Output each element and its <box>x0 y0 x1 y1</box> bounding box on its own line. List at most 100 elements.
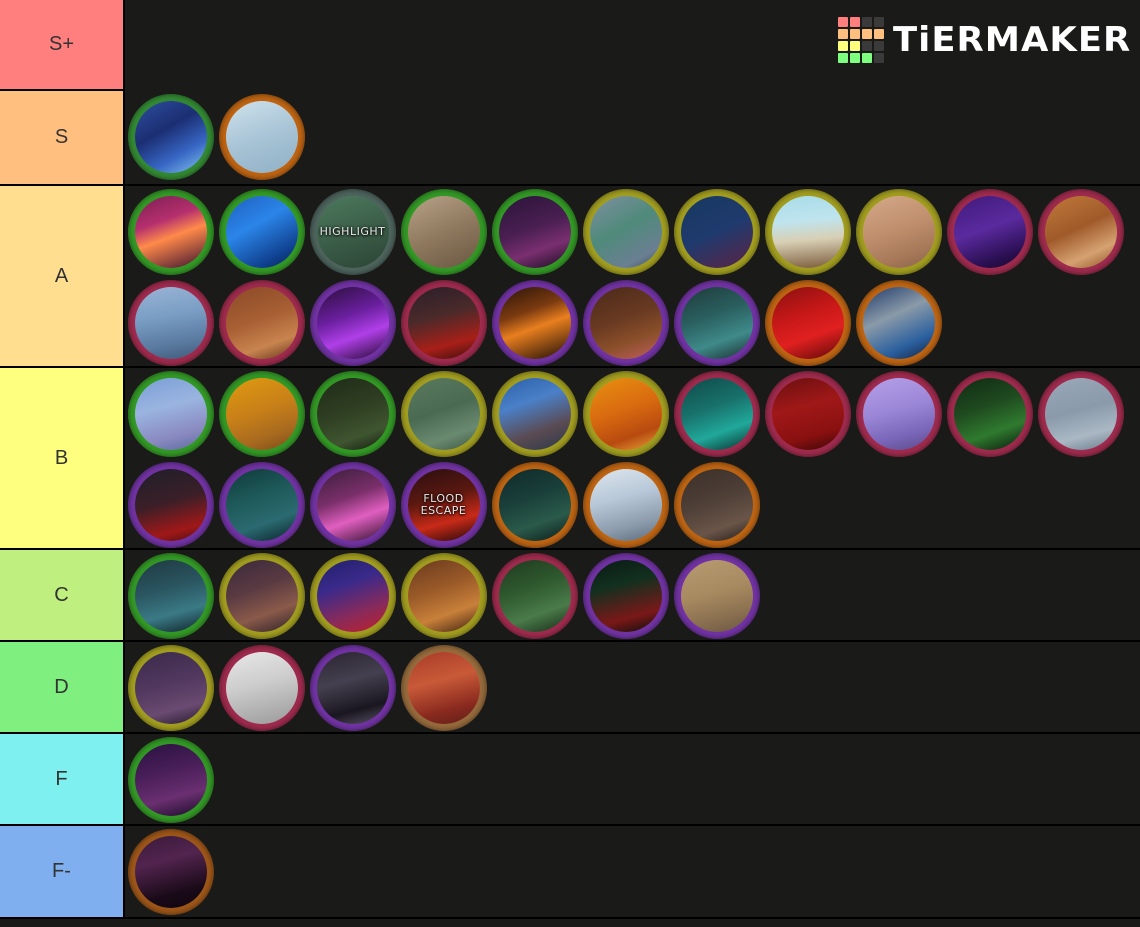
tier-item[interactable] <box>307 459 398 550</box>
tier-item[interactable] <box>489 550 580 641</box>
map-token[interactable] <box>127 644 214 731</box>
tier-item[interactable] <box>398 642 489 733</box>
tier-item[interactable] <box>307 277 398 368</box>
tier-item[interactable] <box>944 368 1035 459</box>
tier-item[interactable] <box>853 186 944 277</box>
map-token[interactable] <box>400 644 487 731</box>
tier-item[interactable] <box>671 459 762 550</box>
tier-item[interactable] <box>944 186 1035 277</box>
tier-item[interactable] <box>489 368 580 459</box>
map-token[interactable] <box>400 370 487 457</box>
tier-item[interactable] <box>580 550 671 641</box>
tier-item[interactable] <box>398 186 489 277</box>
tier-item[interactable] <box>580 186 671 277</box>
tier-label-c[interactable]: C <box>0 550 125 640</box>
map-token[interactable] <box>218 370 305 457</box>
tier-label-fminus[interactable]: F- <box>0 826 125 917</box>
tier-item[interactable] <box>762 368 853 459</box>
tier-item[interactable] <box>398 550 489 641</box>
tier-item[interactable] <box>671 277 762 368</box>
map-token[interactable] <box>582 279 669 366</box>
map-token[interactable] <box>582 188 669 275</box>
map-token[interactable] <box>764 370 851 457</box>
map-token[interactable] <box>582 370 669 457</box>
tier-item[interactable] <box>762 186 853 277</box>
map-token[interactable] <box>946 188 1033 275</box>
tier-label-d[interactable]: D <box>0 642 125 732</box>
map-token[interactable] <box>127 370 214 457</box>
map-token[interactable] <box>218 279 305 366</box>
map-token[interactable] <box>491 279 578 366</box>
map-token[interactable] <box>855 370 942 457</box>
map-token[interactable] <box>764 279 851 366</box>
tier-item[interactable] <box>671 550 762 641</box>
map-token[interactable] <box>673 279 760 366</box>
tier-item[interactable] <box>580 368 671 459</box>
tier-label-f[interactable]: F <box>0 734 125 824</box>
tier-label-a[interactable]: A <box>0 186 125 366</box>
tier-item[interactable] <box>489 277 580 368</box>
tier-item[interactable]: HIGHLIGHT <box>307 186 398 277</box>
map-token[interactable] <box>127 828 214 915</box>
map-token[interactable] <box>127 2 214 89</box>
tier-item[interactable] <box>398 368 489 459</box>
map-token[interactable] <box>1037 188 1124 275</box>
tier-item[interactable] <box>307 368 398 459</box>
map-token[interactable] <box>127 93 214 180</box>
map-token[interactable] <box>582 461 669 548</box>
tier-item[interactable] <box>1035 368 1126 459</box>
tier-item[interactable] <box>216 186 307 277</box>
tier-item[interactable] <box>125 826 216 917</box>
map-token[interactable] <box>673 370 760 457</box>
map-token[interactable] <box>127 279 214 366</box>
tier-item[interactable] <box>216 277 307 368</box>
tier-item[interactable] <box>125 734 216 825</box>
map-token[interactable] <box>218 644 305 731</box>
map-token[interactable] <box>673 188 760 275</box>
map-token[interactable] <box>309 370 396 457</box>
tier-item[interactable] <box>398 277 489 368</box>
map-token[interactable] <box>673 461 760 548</box>
map-token[interactable] <box>1037 370 1124 457</box>
tier-item[interactable] <box>125 91 216 182</box>
map-token[interactable]: FLOOD ESCAPE <box>400 461 487 548</box>
tier-item[interactable] <box>307 550 398 641</box>
map-token[interactable] <box>400 279 487 366</box>
map-token[interactable] <box>218 93 305 180</box>
map-token[interactable] <box>218 552 305 639</box>
tier-item[interactable] <box>216 550 307 641</box>
map-token[interactable] <box>764 188 851 275</box>
map-token[interactable] <box>127 552 214 639</box>
tier-item[interactable] <box>125 550 216 641</box>
map-token[interactable] <box>218 461 305 548</box>
map-token[interactable] <box>673 552 760 639</box>
map-token[interactable] <box>491 370 578 457</box>
tier-item[interactable] <box>216 91 307 182</box>
map-token[interactable] <box>218 188 305 275</box>
tier-item[interactable] <box>1035 186 1126 277</box>
map-token[interactable] <box>855 188 942 275</box>
map-token[interactable] <box>309 644 396 731</box>
map-token[interactable] <box>127 461 214 548</box>
tier-item[interactable] <box>671 186 762 277</box>
tier-label-b[interactable]: B <box>0 368 125 548</box>
map-token[interactable] <box>400 188 487 275</box>
tier-item[interactable] <box>216 459 307 550</box>
tier-item[interactable] <box>125 642 216 733</box>
map-token[interactable] <box>491 188 578 275</box>
map-token[interactable] <box>491 461 578 548</box>
tier-item[interactable] <box>216 368 307 459</box>
map-token[interactable] <box>127 188 214 275</box>
tier-label-splus[interactable]: S+ <box>0 0 125 89</box>
tier-item[interactable] <box>216 642 307 733</box>
tier-item[interactable]: FLOOD ESCAPE <box>398 459 489 550</box>
tier-item[interactable] <box>489 186 580 277</box>
tier-item[interactable] <box>125 459 216 550</box>
tier-item[interactable] <box>580 277 671 368</box>
tier-label-s[interactable]: S <box>0 91 125 184</box>
tier-item[interactable] <box>307 642 398 733</box>
tier-item[interactable] <box>671 368 762 459</box>
map-token[interactable] <box>127 736 214 823</box>
map-token[interactable] <box>400 552 487 639</box>
tier-item[interactable] <box>125 368 216 459</box>
